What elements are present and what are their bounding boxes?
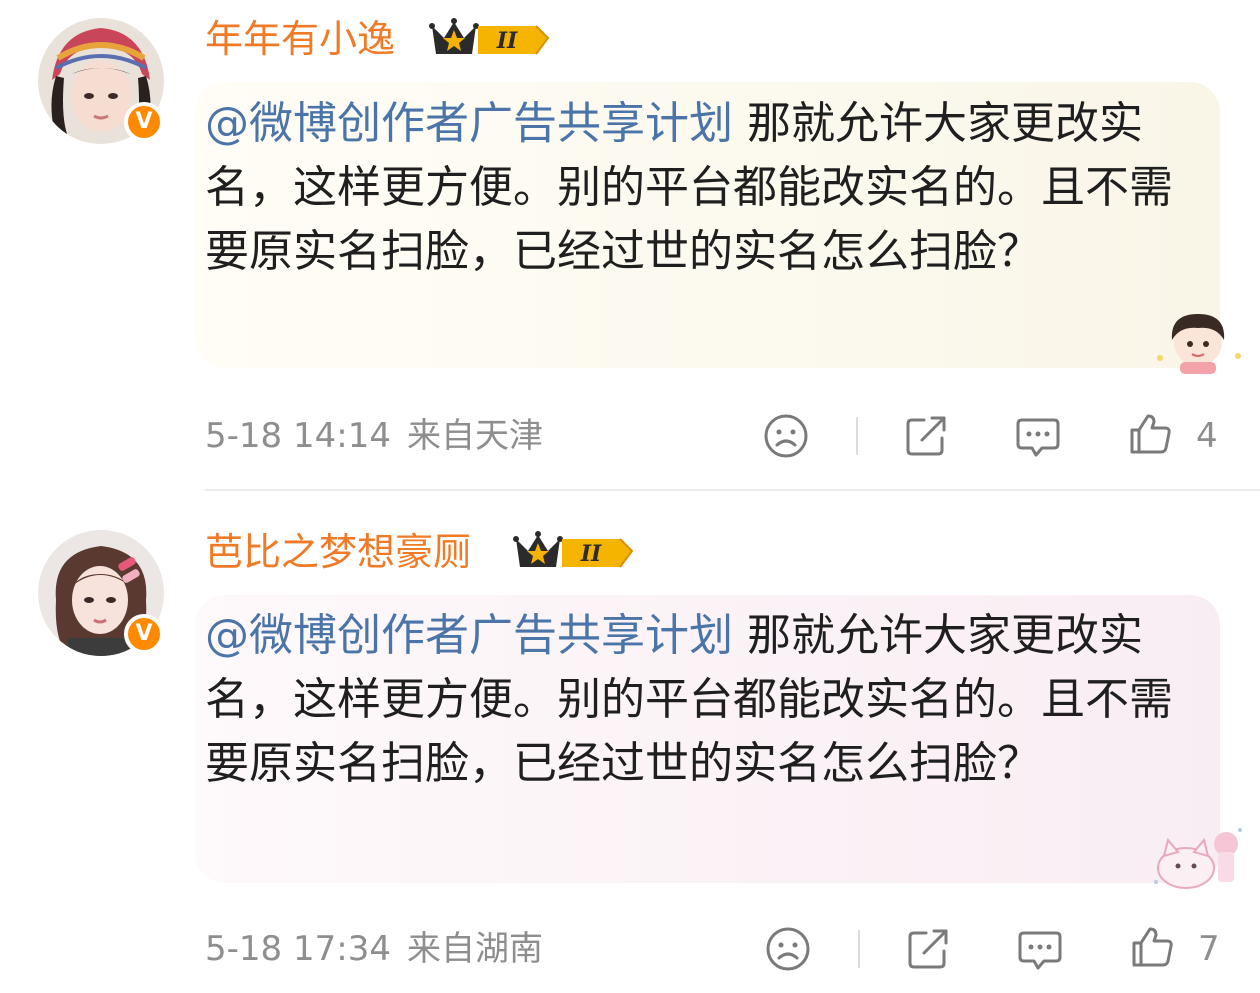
sad-face-icon[interactable] <box>762 412 810 460</box>
thumbs-up-icon[interactable] <box>1126 410 1174 458</box>
username[interactable]: 芭比之梦想豪厕 <box>205 527 471 577</box>
sad-face-icon[interactable] <box>764 925 812 973</box>
cartoon-boy-sticker-icon <box>1157 314 1241 374</box>
mention-link[interactable]: @微博创作者广告共享计划 <box>205 98 733 149</box>
level-badge-icon[interactable]: II <box>512 529 636 573</box>
comment-icon[interactable] <box>1014 412 1062 460</box>
verified-badge: V <box>124 102 164 142</box>
comment-location: 来自湖南 <box>406 929 543 969</box>
action-divider <box>856 417 858 455</box>
comment-meta: 5-18 14:14 来自天津 <box>205 414 543 458</box>
cartoon-cat-sticker-icon <box>1154 828 1242 889</box>
level-badge-icon[interactable]: II <box>428 16 552 60</box>
comment-text: @微博创作者广告共享计划 那就允许大家更改实名，这样更方便。别的平台都能改实名的… <box>205 92 1205 284</box>
svg-text:II: II <box>496 28 518 54</box>
comment-time: 5-18 17:34 <box>205 929 391 969</box>
comment-icon[interactable] <box>1016 925 1064 973</box>
like-count: 7 <box>1198 929 1220 969</box>
username[interactable]: 年年有小逸 <box>205 14 395 64</box>
comment-location: 来自天津 <box>406 416 543 456</box>
mention-link[interactable]: @微博创作者广告共享计划 <box>205 610 733 661</box>
comment-meta: 5-18 17:34 来自湖南 <box>205 927 543 971</box>
comment-time: 5-18 14:14 <box>205 416 391 456</box>
share-icon[interactable] <box>902 412 950 460</box>
verified-badge: V <box>124 614 164 654</box>
comment-separator <box>205 489 1260 491</box>
svg-text:II: II <box>580 541 602 567</box>
share-icon[interactable] <box>904 925 952 973</box>
action-divider <box>858 930 860 968</box>
like-count: 4 <box>1196 416 1218 456</box>
comment-text: @微博创作者广告共享计划 那就允许大家更改实名，这样更方便。别的平台都能改实名的… <box>205 604 1205 796</box>
thumbs-up-icon[interactable] <box>1128 923 1176 971</box>
